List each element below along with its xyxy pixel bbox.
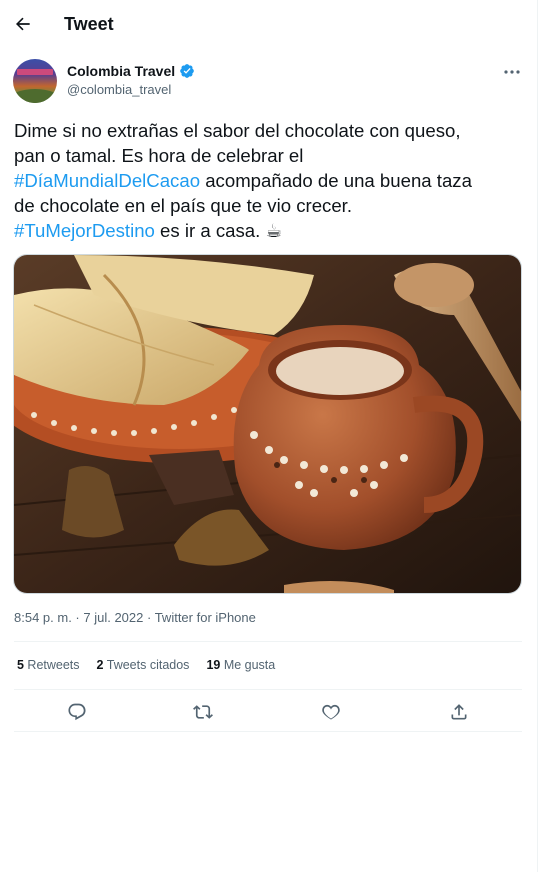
- reply-icon: [68, 703, 86, 721]
- divider: [14, 641, 522, 642]
- engagement-stats: 5 Retweets 2 Tweets citados 19 Me gusta: [17, 658, 275, 672]
- meta-separator: ·: [143, 610, 155, 625]
- avatar[interactable]: [13, 59, 57, 103]
- tweet-text: Dime si no extrañas el sabor del chocola…: [14, 118, 526, 243]
- tweet-time[interactable]: 8:54 p. m.: [14, 610, 72, 625]
- meta-separator: ·: [71, 610, 84, 625]
- divider: [14, 731, 522, 732]
- quote-tweets-stat[interactable]: 2 Tweets citados: [97, 658, 190, 672]
- tweet-line-text: es ir a casa.: [154, 220, 266, 241]
- share-icon: [451, 704, 467, 720]
- tweet-date[interactable]: 7 jul. 2022: [83, 610, 143, 625]
- reply-button[interactable]: [64, 699, 90, 725]
- back-button[interactable]: [8, 9, 38, 39]
- hashtag-link[interactable]: #DíaMundialDelCacao: [14, 170, 200, 191]
- tweet-metadata: 8:54 p. m. · 7 jul. 2022 · Twitter for i…: [14, 610, 256, 625]
- retweet-button[interactable]: [190, 699, 216, 725]
- likes-stat[interactable]: 19 Me gusta: [206, 658, 275, 672]
- author-name-text: Colombia Travel: [67, 63, 176, 79]
- more-icon: [504, 70, 520, 74]
- tweet-actions: [14, 695, 522, 727]
- photo-illustration: [14, 255, 521, 593]
- tweet-line: de chocolate en el país que te vio crece…: [14, 195, 353, 216]
- top-bar: Tweet: [0, 0, 538, 50]
- arrow-left-icon: [16, 17, 30, 31]
- tweet-source[interactable]: Twitter for iPhone: [155, 610, 256, 625]
- tweet-author: Colombia Travel @colombia_travel: [13, 59, 525, 105]
- author-handle[interactable]: @colombia_travel: [67, 82, 171, 97]
- like-icon: [322, 704, 340, 720]
- like-button[interactable]: [318, 699, 344, 725]
- tweet-line: #TuMejorDestino es ir a casa. ☕: [14, 218, 526, 243]
- share-button[interactable]: [446, 699, 472, 725]
- tweet-line: #DíaMundialDelCacao acompañado de una bu…: [14, 168, 526, 193]
- more-options-button[interactable]: [499, 61, 525, 83]
- divider: [14, 689, 522, 690]
- hashtag-link[interactable]: #TuMejorDestino: [14, 220, 155, 241]
- page-title: Tweet: [64, 14, 114, 34]
- retweets-stat[interactable]: 5 Retweets: [17, 658, 80, 672]
- timeline-column: Tweet Colombia Travel @colombia_travel D…: [0, 0, 538, 872]
- author-name[interactable]: Colombia Travel: [67, 63, 195, 79]
- tweet-photo[interactable]: [13, 254, 522, 594]
- tweet-line-text: acompañado de una buena taza: [200, 170, 472, 191]
- retweet-icon: [193, 705, 213, 719]
- tweet-line: pan o tamal. Es hora de celebrar el: [14, 145, 304, 166]
- coffee-emoji: ☕: [265, 220, 283, 241]
- verified-badge-icon: [180, 64, 194, 78]
- tweet-line: Dime si no extrañas el sabor del chocola…: [14, 120, 461, 141]
